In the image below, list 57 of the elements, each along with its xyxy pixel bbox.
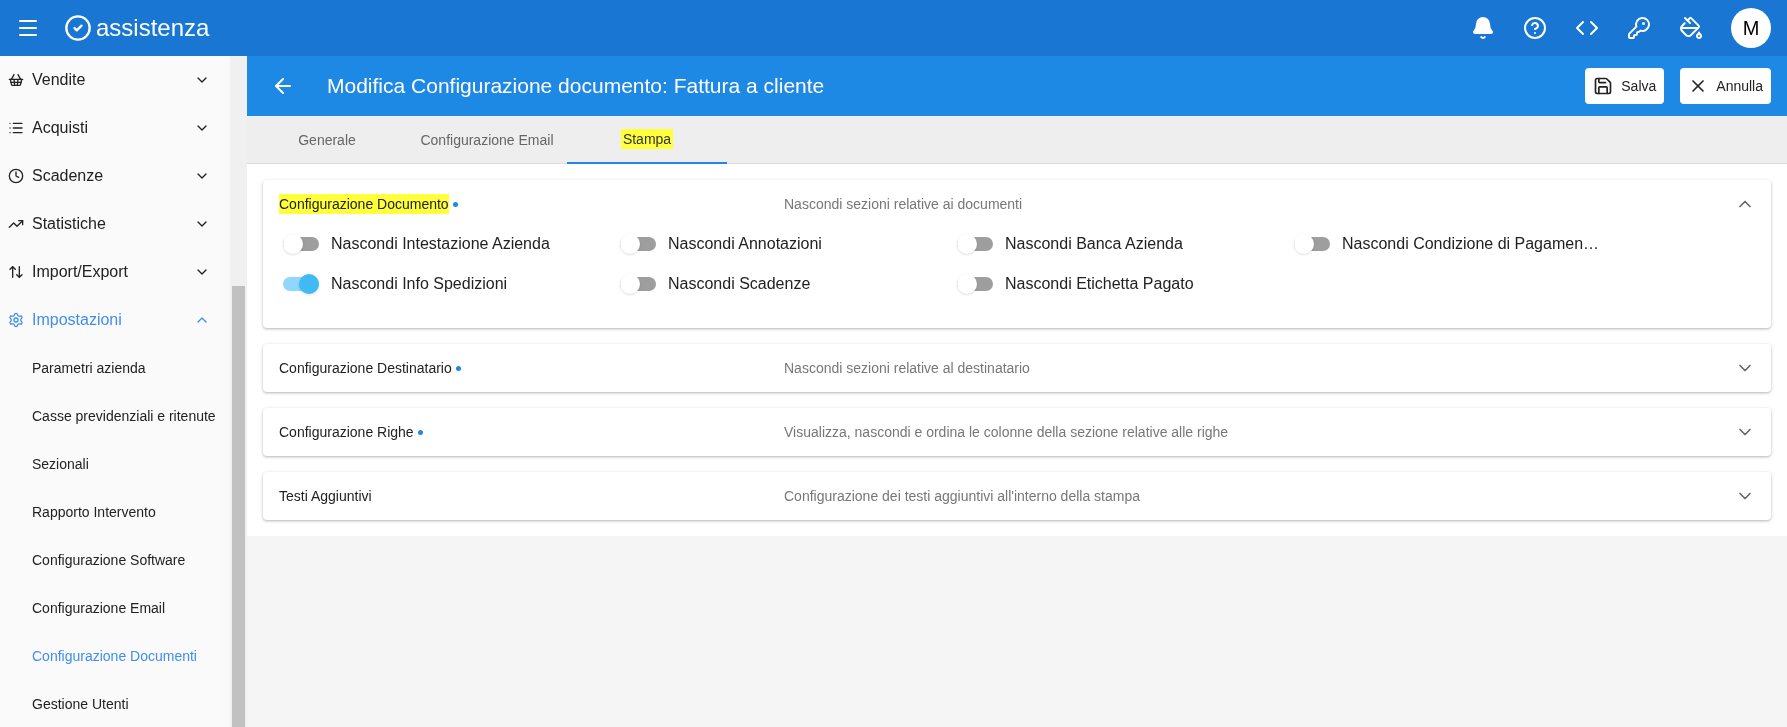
settings-icon xyxy=(8,312,24,328)
page-title: Modifica Configurazione documento: Fattura a cliente xyxy=(327,73,825,100)
section-title: Testi Aggiuntivi xyxy=(279,487,372,506)
toggle-switch[interactable] xyxy=(620,274,656,294)
toggle-label: Nascondi Etichetta Pagato xyxy=(1005,274,1194,294)
logo-icon xyxy=(64,14,92,42)
toggle-label: Nascondi Scadenze xyxy=(668,274,811,294)
toggle-label: Nascondi Banca Azienda xyxy=(1005,234,1183,254)
toggle-label: Nascondi Condizione di Pagamen… xyxy=(1342,234,1600,254)
scrollbar[interactable] xyxy=(230,56,247,727)
toggle-switch[interactable] xyxy=(957,234,993,254)
tab[interactable]: Generale xyxy=(247,116,407,164)
clock-icon xyxy=(8,168,24,184)
sidebar-subitem[interactable]: Configurazione Email xyxy=(0,584,230,632)
section-description: Nascondi sezioni relative ai documenti xyxy=(784,195,1024,214)
toggle-label: Nascondi Annotazioni xyxy=(668,234,822,254)
arrows-icon xyxy=(8,264,24,280)
sidebar-item[interactable]: Import/Export xyxy=(0,248,230,296)
sidebar-subitem[interactable]: Parametri azienda xyxy=(0,344,230,392)
basket-icon xyxy=(8,72,24,88)
section-description: Nascondi sezioni relative al destinatario xyxy=(784,359,1031,378)
section-header[interactable]: Testi Aggiuntivi Configurazione dei testi aggiuntivi all'interno della stampa xyxy=(263,472,1771,520)
sidebar-subitem[interactable]: Gestione Utenti xyxy=(0,680,230,727)
toggle-label: Nascondi Info Spedizioni xyxy=(331,274,508,294)
toggle-label: Nascondi Intestazione Azienda xyxy=(331,234,550,254)
help-icon[interactable] xyxy=(1523,16,1547,40)
section-title: Configurazione Documento xyxy=(279,194,449,214)
key-icon[interactable] xyxy=(1627,16,1651,40)
list-icon xyxy=(8,120,24,136)
toggle-switch[interactable] xyxy=(1294,234,1330,254)
save-button[interactable]: Salva xyxy=(1585,68,1665,104)
section-title: Configurazione Righe xyxy=(279,423,414,442)
floppy-icon xyxy=(1593,76,1614,96)
sidebar-subitem[interactable]: Casse previdenziali e ritenute xyxy=(0,392,230,440)
toggle-switch[interactable] xyxy=(957,274,993,294)
section-header[interactable]: Configurazione Righe Visualizza, nascondi e ordina le colonne della sezione relative alle righe xyxy=(263,408,1771,456)
avatar[interactable]: M xyxy=(1731,8,1771,48)
logo-text: assistenza xyxy=(96,13,210,43)
toggle-switch[interactable] xyxy=(283,274,319,294)
toggle-switch[interactable] xyxy=(283,234,319,254)
tab[interactable]: Configurazione Email xyxy=(407,116,567,164)
sidebar-subitem[interactable]: Configurazione Software xyxy=(0,536,230,584)
bell-icon[interactable] xyxy=(1471,16,1495,40)
sidebar-item[interactable]: Acquisti xyxy=(0,104,230,152)
sidebar-subitem[interactable]: Rapporto Intervento xyxy=(0,488,230,536)
sidebar-item[interactable]: Scadenze xyxy=(0,152,230,200)
section-title: Configurazione Destinatario xyxy=(279,359,452,378)
section-header[interactable]: Configurazione Documento Nascondi sezioni relative ai documenti xyxy=(263,180,1771,228)
section-header[interactable]: Configurazione Destinatario Nascondi sezioni relative al destinatario xyxy=(263,344,1771,392)
sidebar-item[interactable]: Vendite xyxy=(0,56,230,104)
sidebar-subitem[interactable]: Sezionali xyxy=(0,440,230,488)
section-description: Visualizza, nascondi e ordina le colonne della sezione relative alle righe xyxy=(784,423,1230,442)
toggle-switch[interactable] xyxy=(620,234,656,254)
paint-bucket-icon[interactable] xyxy=(1679,16,1703,40)
section-description: Configurazione dei testi aggiuntivi all'interno della stampa xyxy=(784,487,1141,506)
cancel-button[interactable]: Annulla xyxy=(1680,68,1771,104)
sidebar-item[interactable]: Statistiche xyxy=(0,200,230,248)
